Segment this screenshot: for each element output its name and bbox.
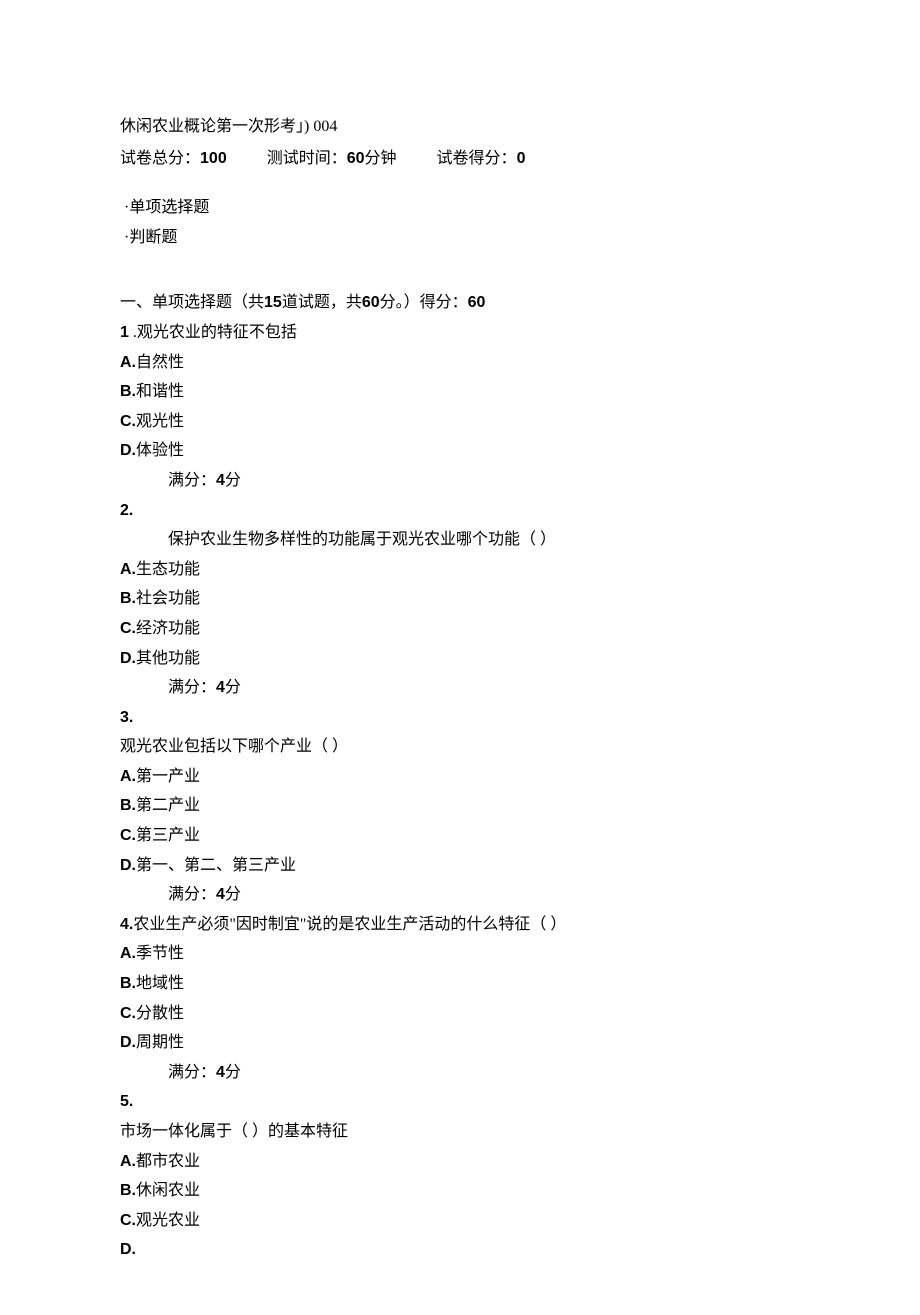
nav-item-tf: ·判断题 [124,223,800,253]
q1-c: 观光性 [136,413,184,430]
sh-score: 60 [468,294,486,311]
q1-d: 体验性 [136,442,184,459]
time-unit: 分钟 [365,150,397,167]
q3-d: 第一、第二、第三产业 [136,857,296,874]
sh-mid: 道试题，共 [282,294,362,311]
q3-stem: 观光农业包括以下哪个产业（ ） [120,738,348,755]
nav-tf-label: 判断题 [129,229,177,246]
nav-mc-label: 单项选择题 [129,199,209,216]
section-heading: 一、单项选择题（共15道试题，共60分。）得分：60 [120,288,800,318]
q4-b: 地域性 [136,975,184,992]
sh-count: 15 [264,294,282,311]
opt-c-label: C. [120,1005,136,1022]
q3-b: 第二产业 [136,797,200,814]
opt-a-label: A. [120,354,136,371]
opt-d-label: D. [120,442,136,459]
q2-full: 满分：4分 [120,673,800,703]
title-text: 休闲农业概论第一次形考」) 004 [120,118,337,135]
exam-title: 休闲农业概论第一次形考」) 004 [120,112,800,142]
q3-c: 第三产业 [136,827,200,844]
q3-a: 第一产业 [136,768,200,785]
total-value: 100 [200,150,227,167]
q1-stem: .观光农业的特征不包括 [129,324,297,341]
q2-stem: 保护农业生物多样性的功能属于观光农业哪个功能（ ） [168,531,556,548]
q5-stem: 市场一体化属于（ ）的基本特征 [120,1123,348,1140]
question-5: 5. 市场一体化属于（ ）的基本特征 A.都市农业 B.休闲农业 C.观光农业 … [120,1087,800,1265]
q2-c: 经济功能 [136,620,200,637]
q1-a: 自然性 [136,354,184,371]
opt-c-label: C. [120,413,136,430]
q5-a: 都市农业 [136,1153,200,1170]
opt-d-label: D. [120,1034,136,1051]
question-4: 4.农业生产必须"因时制宜"说的是农业生产活动的什么特征（ ） A.季节性 B.… [120,910,800,1088]
time-value: 60 [347,150,365,167]
score-value: 0 [517,150,526,167]
opt-b-label: B. [120,1182,136,1199]
sh-suffix: 分。）得分： [380,294,468,311]
q4-stem: 农业生产必须"因时制宜"说的是农业生产活动的什么特征（ ） [133,916,566,933]
q5-b: 休闲农业 [136,1182,200,1199]
opt-d-label: D. [120,857,136,874]
q4-d: 周期性 [136,1034,184,1051]
q5-num: 5. [120,1093,133,1110]
q3-num: 3. [120,709,133,726]
exam-meta: 试卷总分：100 测试时间：60分钟 试卷得分：0 [120,144,800,174]
q1-b: 和谐性 [136,383,184,400]
opt-a-label: A. [120,945,136,962]
opt-a-label: A. [120,768,136,785]
q1-full: 满分：4分 [120,466,800,496]
opt-b-label: B. [120,590,136,607]
q4-a: 季节性 [136,945,184,962]
q2-a: 生态功能 [136,561,200,578]
opt-a-label: A. [120,561,136,578]
q3-full: 满分：4分 [120,880,800,910]
sh-prefix: 一、单项选择题（共 [120,294,264,311]
q2-b: 社会功能 [136,590,200,607]
opt-d-label: D. [120,650,136,667]
opt-c-label: C. [120,1212,136,1229]
sh-pts: 60 [362,294,380,311]
opt-b-label: B. [120,383,136,400]
nav-item-mc: ·单项选择题 [124,193,800,223]
total-label: 试卷总分： [120,150,200,167]
opt-d-label: D. [120,1241,136,1258]
opt-a-label: A. [120,1153,136,1170]
q2-num: 2. [120,502,133,519]
question-2: 2. 保护农业生物多样性的功能属于观光农业哪个功能（ ） A.生态功能 B.社会… [120,496,800,703]
opt-c-label: C. [120,827,136,844]
q5-c: 观光农业 [136,1212,200,1229]
q1-num: 1 [120,324,129,341]
q4-num: 4. [120,916,133,933]
opt-b-label: B. [120,975,136,992]
q4-full: 满分：4分 [120,1058,800,1088]
opt-c-label: C. [120,620,136,637]
question-1: 1 .观光农业的特征不包括 A.自然性 B.和谐性 C.观光性 D.体验性 满分… [120,318,800,496]
q2-d: 其他功能 [136,650,200,667]
q4-c: 分散性 [136,1005,184,1022]
time-label: 测试时间： [267,150,347,167]
question-3: 3. 观光农业包括以下哪个产业（ ） A.第一产业 B.第二产业 C.第三产业 … [120,703,800,910]
score-label: 试卷得分： [437,150,517,167]
opt-b-label: B. [120,797,136,814]
